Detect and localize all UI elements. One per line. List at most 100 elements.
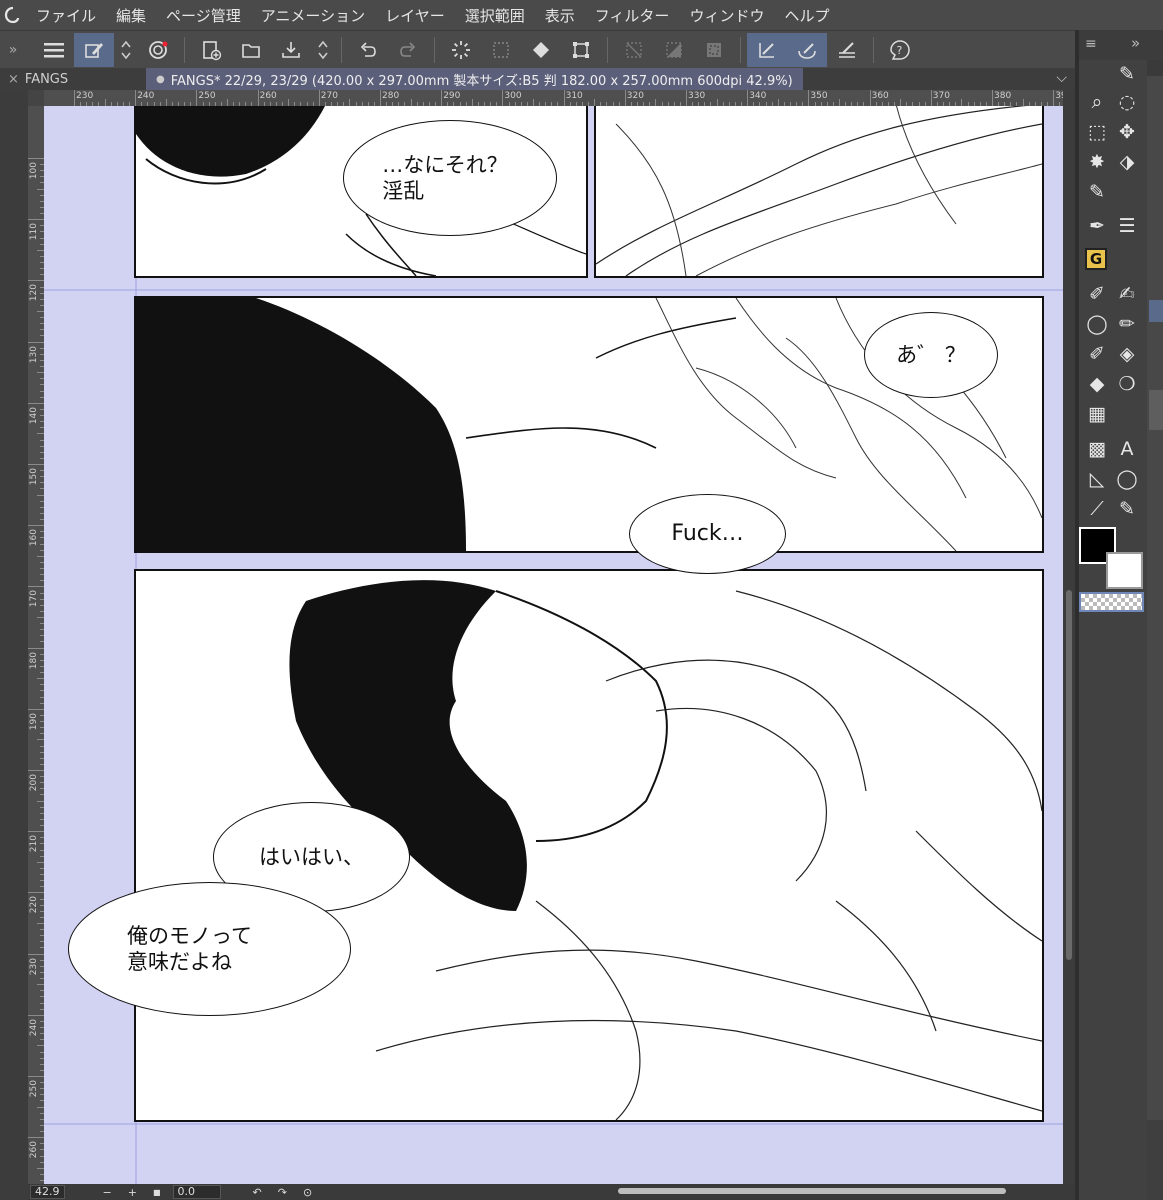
snap-to-special-ruler-icon[interactable] [787,32,827,67]
close-icon[interactable]: × [8,72,19,87]
clip-studio-logo[interactable] [0,0,26,30]
ruler-icon[interactable]: ⟋ [1083,495,1111,523]
lasso-select-icon[interactable]: ◌ [1113,88,1141,116]
command-bar: » ? [0,30,1075,68]
ruler-label: 290 [443,91,461,101]
toolbar-divider [341,36,342,63]
double-chevron-icon[interactable]: » [1131,34,1140,52]
move-layer-icon[interactable]: ⬗ [1113,148,1141,176]
text-icon[interactable]: A [1113,435,1141,463]
edit-mode-icon[interactable] [74,32,114,67]
pen-icon[interactable]: ✒ [1083,212,1111,240]
undo-icon[interactable] [348,33,388,67]
brush-icon[interactable]: ✍ [1113,280,1141,308]
menu-animation[interactable]: アニメーション [251,5,375,26]
sub-color-swatch[interactable] [1106,552,1143,589]
menu-help[interactable]: ヘルプ [774,5,839,26]
rect-select-icon[interactable]: ⬚ [1083,118,1111,146]
ruler-minor-tick [104,99,106,106]
stop-icon[interactable]: ■ [145,1188,169,1197]
menu-filter[interactable]: フィルター [585,5,680,26]
scrollbar-thumb[interactable] [1066,590,1072,960]
marker-icon[interactable]: ✏ [1113,310,1141,338]
chevron-down-icon[interactable]: ⌵ [1056,70,1067,86]
clear-icon[interactable] [614,33,654,67]
ruler-tick [28,708,44,710]
blur-icon[interactable]: ❍ [1113,370,1141,398]
rotate-right-icon[interactable]: ↷ [270,1186,295,1199]
menu-edit[interactable]: 編集 [106,5,156,26]
eyedropper-icon[interactable]: ✎ [1083,178,1111,206]
toolbar-divider [607,36,608,63]
tab-label: FANGS [24,71,69,87]
deselect-icon[interactable] [481,33,521,67]
panel-toggle-button[interactable]: » [0,31,26,69]
snap-to-grid-icon[interactable] [827,33,867,67]
gradient-icon[interactable]: ▦ [1083,400,1111,428]
open-folder-icon[interactable] [231,33,271,67]
g-badge[interactable]: G [1085,248,1107,270]
menu-view[interactable]: 表示 [535,5,585,26]
speech-bubble-2: あ゛ ？ [864,312,998,398]
canvas-area[interactable]: …なにそれ？ 淫乱 あ゛ ？ Fuck… はいはい、 俺のモノって 意味だよね [44,106,1063,1184]
figure-icon[interactable]: ◺ [1083,465,1111,493]
snap-to-ruler-icon[interactable] [747,32,787,67]
fill-selection-icon[interactable] [654,33,694,67]
rotate-left-icon[interactable]: ↶ [245,1186,270,1199]
hamburger-menu-icon[interactable] [34,33,74,67]
ruler-minor-tick [37,188,44,190]
ruler-tick [28,831,44,833]
magic-wand-icon[interactable]: ✸ [1083,148,1111,176]
move-icon[interactable]: ✥ [1113,118,1141,146]
balloon-icon[interactable]: ◯ [1113,465,1141,493]
ruler-label: 240 [29,1018,39,1036]
zoom-out-button[interactable]: − [95,1186,120,1199]
ruler-tick [930,90,932,106]
busy-indicator-icon[interactable] [441,33,481,67]
help-icon[interactable]: ? [880,33,920,67]
menu-page[interactable]: ページ管理 [156,5,251,26]
tab-fangs[interactable]: × FANGS [0,68,146,90]
lasso-fill-icon[interactable]: ◯ [1083,310,1111,338]
ruler-label: 160 [29,529,39,547]
pen-tool-icon[interactable]: ✎ [1113,60,1141,88]
fill-bucket-icon[interactable] [521,33,561,67]
horizontal-scrollbar-thumb[interactable] [618,1188,1006,1194]
menu-file[interactable]: ファイル [26,5,106,26]
tone-icon[interactable]: ▩ [1083,435,1111,463]
ruler-corner [28,90,44,106]
transparent-color-swatch[interactable] [1079,592,1144,612]
menu-window[interactable]: ウィンドウ [679,5,774,26]
subtool-item[interactable] [1149,390,1163,430]
save-icon[interactable] [271,33,311,67]
transform-icon[interactable] [561,33,601,67]
angle-field[interactable]: 0.0 [172,1185,221,1199]
zoom-in-button[interactable]: + [120,1186,145,1199]
ruler-minor-tick [37,1045,44,1047]
panel-menu-icon[interactable]: ≡ [1085,36,1097,52]
layers-icon[interactable]: ☰ [1113,212,1141,240]
updown-arrows-icon[interactable] [114,33,138,67]
menu-layer[interactable]: レイヤー [375,5,455,26]
redo-icon[interactable] [388,33,428,67]
color-tabs[interactable] [1147,1120,1163,1200]
vertical-scrollbar[interactable] [1063,90,1075,1184]
updown-arrows-icon[interactable] [311,33,335,67]
subtool-selected[interactable] [1149,300,1163,322]
fill-icon[interactable]: ◆ [1083,370,1111,398]
tab-fangs-active[interactable]: ● FANGS* 22/29, 23/29 (420.00 x 297.00mm… [146,68,803,90]
invert-selection-icon[interactable] [694,33,734,67]
new-file-icon[interactable] [191,33,231,67]
toolbar-divider [740,36,741,63]
brush-line-icon[interactable]: ✎ [1113,495,1141,523]
eraser-icon[interactable]: ◈ [1113,340,1141,368]
clip-studio-icon[interactable] [138,33,178,67]
g-pen-icon[interactable]: ✐ [1083,280,1111,308]
reset-rotation-icon[interactable]: ⊙ [295,1186,320,1199]
ruler-tick [257,90,259,106]
pencil-icon[interactable]: ✐ [1083,340,1111,368]
zoom-field[interactable]: 42.9 [30,1185,65,1199]
menu-selection[interactable]: 選択範囲 [455,5,535,26]
ruler-minor-tick [716,99,718,106]
zoom-icon[interactable]: ⌕ [1083,88,1111,116]
